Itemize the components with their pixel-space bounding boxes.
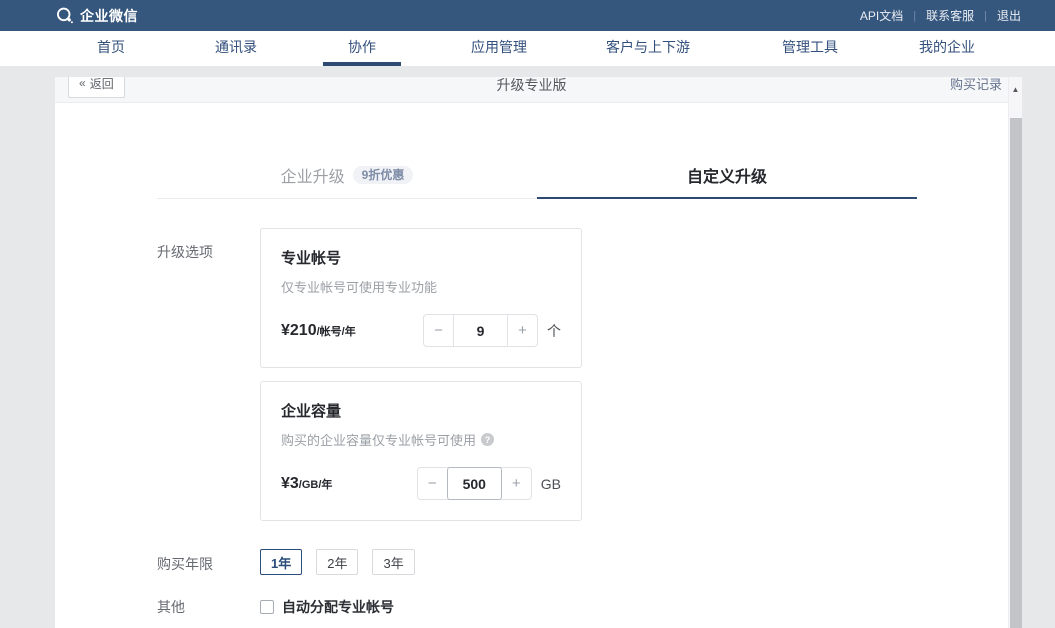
nav-item-customers[interactable]: 客户与上下游 bbox=[606, 31, 690, 66]
card-title: 企业容量 bbox=[281, 400, 561, 421]
nav-item-collaboration[interactable]: 协作 bbox=[348, 31, 376, 66]
upgrade-options-label: 升级选项 bbox=[157, 228, 260, 521]
topbar: 企业微信 API文档 | 联系客服 | 退出 bbox=[0, 0, 1055, 31]
active-nav-underline bbox=[323, 62, 401, 66]
storage-amount-input[interactable]: 500 bbox=[447, 467, 502, 500]
auto-assign-checkbox[interactable] bbox=[260, 600, 274, 614]
plus-button[interactable]: + bbox=[502, 468, 531, 499]
nav-item-contacts[interactable]: 通讯录 bbox=[215, 31, 257, 66]
tab-label: 自定义升级 bbox=[687, 163, 767, 187]
other-label: 其他 bbox=[157, 597, 260, 628]
minus-button[interactable]: − bbox=[424, 315, 453, 346]
nav-item-my-company[interactable]: 我的企业 bbox=[919, 31, 975, 66]
nav-item-admin-tools[interactable]: 管理工具 bbox=[782, 31, 838, 66]
auto-assign-label[interactable]: 自动分配专业帐号 bbox=[282, 597, 394, 617]
nav-item-home[interactable]: 首页 bbox=[97, 31, 125, 66]
scrollbar-up-arrow-icon[interactable]: ▲ bbox=[1009, 86, 1022, 94]
pro-account-price: ¥210/帐号/年 bbox=[281, 322, 356, 340]
back-chevrons-icon: « bbox=[79, 77, 86, 90]
logout-link[interactable]: 退出 bbox=[997, 7, 1021, 24]
tab-company-upgrade[interactable]: 企业升级 9折优惠 bbox=[157, 152, 537, 198]
duration-2year-button[interactable]: 2年 bbox=[316, 549, 358, 575]
duration-1year-button[interactable]: 1年 bbox=[260, 549, 302, 575]
info-icon[interactable]: ? bbox=[481, 433, 494, 446]
pro-account-stepper: − 9 + bbox=[423, 314, 538, 347]
contact-support-link[interactable]: 联系客服 bbox=[926, 7, 974, 24]
main-nav: 首页 通讯录 协作 应用管理 客户与上下游 管理工具 我的企业 bbox=[0, 31, 1055, 66]
active-tab-underline bbox=[537, 197, 917, 199]
nav-item-apps[interactable]: 应用管理 bbox=[471, 31, 527, 66]
panel-scrollbar[interactable]: ▲ bbox=[1008, 77, 1022, 628]
topbar-separator: | bbox=[984, 10, 987, 22]
stepper-unit: 个 bbox=[547, 321, 561, 341]
page-title: 升级专业版 bbox=[55, 77, 1008, 95]
back-button[interactable]: « 返回 bbox=[68, 77, 125, 98]
discount-badge: 9折优惠 bbox=[353, 166, 414, 184]
duration-options: 1年 2年 3年 bbox=[260, 549, 415, 575]
other-options-row: 其他 自动分配专业帐号 启用后，成员可用容量不足时可自动为其升级到专业版 bbox=[157, 597, 1008, 628]
brand-name: 企业微信 bbox=[80, 6, 138, 26]
card-subtitle: 仅专业帐号可使用专业功能 bbox=[281, 277, 561, 296]
panel-header: « 返回 升级专业版 购买记录 bbox=[55, 77, 1008, 103]
purchase-duration-row: 购买年限 1年 2年 3年 bbox=[157, 549, 1008, 575]
pro-account-count-input[interactable]: 9 bbox=[453, 315, 508, 346]
panel-body: 企业升级 9折优惠 自定义升级 升级选项 专业帐号 仅专业帐号可使用专业功能 bbox=[55, 103, 1008, 628]
storage-price: ¥3/GB/年 bbox=[281, 475, 332, 493]
stepper-unit: GB bbox=[541, 476, 561, 492]
scrollbar-thumb[interactable] bbox=[1010, 118, 1022, 628]
upgrade-options-row: 升级选项 专业帐号 仅专业帐号可使用专业功能 ¥210/帐号/年 bbox=[157, 228, 1008, 521]
api-docs-link[interactable]: API文档 bbox=[860, 7, 903, 24]
card-title: 专业帐号 bbox=[281, 247, 561, 268]
tab-label: 企业升级 bbox=[281, 163, 345, 187]
duration-3year-button[interactable]: 3年 bbox=[372, 549, 414, 575]
purchase-history-link[interactable]: 购买记录 bbox=[950, 77, 1002, 93]
minus-button[interactable]: − bbox=[418, 468, 447, 499]
storage-stepper: − 500 + bbox=[417, 467, 532, 500]
topbar-links: API文档 | 联系客服 | 退出 bbox=[860, 7, 1021, 24]
wecom-logo-icon bbox=[55, 7, 74, 24]
pro-account-card: 专业帐号 仅专业帐号可使用专业功能 ¥210/帐号/年 − 9 bbox=[260, 228, 582, 368]
upgrade-panel: « 返回 升级专业版 购买记录 企业升级 9折优惠 自定义升级 bbox=[55, 77, 1022, 628]
plus-button[interactable]: + bbox=[508, 315, 537, 346]
card-subtitle: 购买的企业容量仅专业帐号可使用 ? bbox=[281, 430, 561, 449]
upgrade-tabs: 企业升级 9折优惠 自定义升级 bbox=[157, 152, 917, 199]
company-storage-card: 企业容量 购买的企业容量仅专业帐号可使用 ? ¥3/GB/年 − bbox=[260, 381, 582, 521]
purchase-duration-label: 购买年限 bbox=[157, 549, 260, 575]
brand: 企业微信 bbox=[55, 6, 138, 26]
topbar-separator: | bbox=[913, 10, 916, 22]
tab-custom-upgrade[interactable]: 自定义升级 bbox=[537, 152, 917, 198]
